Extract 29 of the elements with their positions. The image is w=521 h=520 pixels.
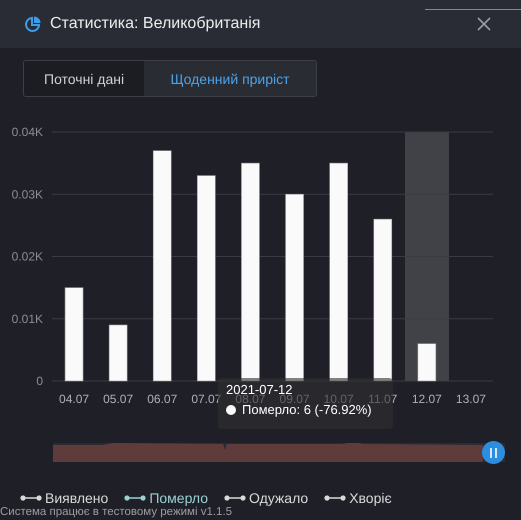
slider-handle[interactable] [482, 441, 505, 464]
line-marker-icon [20, 494, 42, 502]
x-axis-label: 05.07 [103, 392, 134, 406]
tab[interactable]: Поточні дані [24, 61, 144, 96]
close-icon[interactable] [477, 17, 491, 31]
window-title: Статистика: Великобританія [50, 15, 262, 33]
x-axis-label: 06.07 [147, 392, 178, 406]
legend-item[interactable]: Хворіє [324, 490, 392, 506]
y-axis-label: 0 [36, 374, 43, 388]
bar [418, 343, 436, 382]
x-axis-label: 04.07 [59, 392, 90, 406]
x-axis-label: 07.07 [191, 392, 222, 406]
line-marker-icon [124, 494, 146, 502]
legend-item[interactable]: Померло [124, 490, 208, 506]
y-axis-label: 0.04K [12, 125, 43, 139]
tab[interactable]: Щоденний приріст [144, 61, 316, 96]
series-dot-icon [226, 404, 236, 414]
line-marker-icon [324, 494, 346, 502]
x-axis-label: 12.07 [412, 392, 442, 406]
legend-item[interactable]: Виявлено [20, 490, 108, 506]
y-axis-label: 0.02K [12, 250, 43, 264]
legend-item[interactable]: Одужало [224, 490, 308, 506]
line-marker-icon [224, 494, 246, 502]
pie-chart-icon [24, 15, 42, 33]
bar [108, 324, 128, 382]
status-text: Система працює в тестовому режимі v1.1.5 [0, 506, 234, 518]
x-axis-label: 13.07 [456, 392, 486, 406]
y-axis-label: 0.03K [12, 187, 43, 202]
y-axis-label: 0.01K [12, 312, 43, 326]
